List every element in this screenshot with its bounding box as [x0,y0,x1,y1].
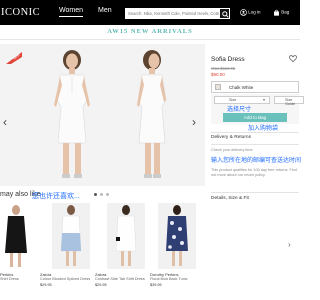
recommended-product-price: $29.95 [95,283,107,287]
size-guide-label: Size Guide [285,98,296,106]
delivery-returns-heading[interactable]: Delivery & Returns [211,135,251,140]
bag-icon [274,9,279,16]
top-navigation-bar: ICONIC Women Men Log in Bag [0,0,300,25]
user-icon [240,9,247,16]
gallery-prev-arrow[interactable]: ‹ [3,115,7,129]
chevron-down-icon: ▾ [263,97,266,102]
dress-image [60,205,82,266]
color-swatch [215,84,221,90]
recommended-product-image[interactable] [158,203,196,269]
nav-men[interactable]: Men [98,7,112,14]
divider [211,192,299,193]
nav-women[interactable]: Women [59,7,83,17]
bag-link[interactable]: Bag [273,9,289,16]
size-select[interactable]: Size [214,96,270,104]
product-image-front[interactable] [42,45,102,183]
sale-price: $90.00 [211,72,225,77]
product-name: Sofia Dress [211,56,245,63]
dress-image [115,205,137,266]
was-price: Was $119.95 [211,66,236,71]
recommended-product-desc[interactable]: Shirt Dress [0,277,19,281]
search-input[interactable] [125,8,219,19]
annotation-choose-size: 选择尺寸 [227,107,252,113]
recommended-product-image[interactable] [52,203,90,269]
annotation-add-to-bag: 加入购物袋 [248,126,279,132]
size-guide-link[interactable]: Size Guide [274,96,304,106]
free-returns-text[interactable]: This product qualifies for 100 day free … [211,168,299,178]
details-size-fit-heading[interactable]: Details, Size & Fit [211,196,249,201]
recommended-product-image[interactable] [107,203,145,269]
dress-image [166,205,188,266]
login-link[interactable]: Log in [240,9,261,16]
divider [211,144,299,145]
add-to-bag-button[interactable]: Add to Bag [223,113,287,122]
color-label: Chalk White [229,85,254,90]
divider [211,132,299,133]
login-label: Log in [248,9,261,15]
recommended-product-price: $39.95 [150,283,162,287]
divider [0,39,300,40]
heart-icon[interactable] [289,55,297,62]
recommended-product-desc[interactable]: Contrast Side Tab Shift Dress [95,277,145,281]
recommended-product-desc[interactable]: Colour Blocked Spliced Dress [40,277,90,281]
gallery-dot[interactable] [94,193,97,196]
check-delivery-label: Check your delivery time [211,148,253,152]
gallery-dots [94,183,112,201]
search-icon [222,11,229,18]
new-badge: NEW [6,52,22,64]
recommended-product-desc[interactable]: Floral Bow Back Tunic [150,277,188,281]
recommended-product-image[interactable] [0,203,30,269]
promo-banner[interactable]: AW15 NEW ARRIVALS [0,28,300,35]
dress-image [5,205,27,267]
search-button[interactable] [219,8,230,19]
color-selector[interactable]: Chalk White [211,81,299,93]
carousel-next-arrow[interactable]: › [288,240,291,249]
recommended-product-price: $29.95 [40,283,52,287]
bag-label: Bag [281,9,290,15]
annotation-also-like: 您也许还喜欢... [32,193,80,200]
gallery-next-arrow[interactable]: › [192,115,196,129]
product-image-side[interactable] [122,45,182,183]
brand-logo[interactable]: ICONIC [1,7,40,18]
annotation-delivery-postcode: 输入您所在地的邮编可查送达时间 [211,158,302,164]
gallery-dot[interactable] [100,193,103,196]
gallery-dot[interactable] [106,193,109,196]
size-select-label: Size [229,98,237,102]
